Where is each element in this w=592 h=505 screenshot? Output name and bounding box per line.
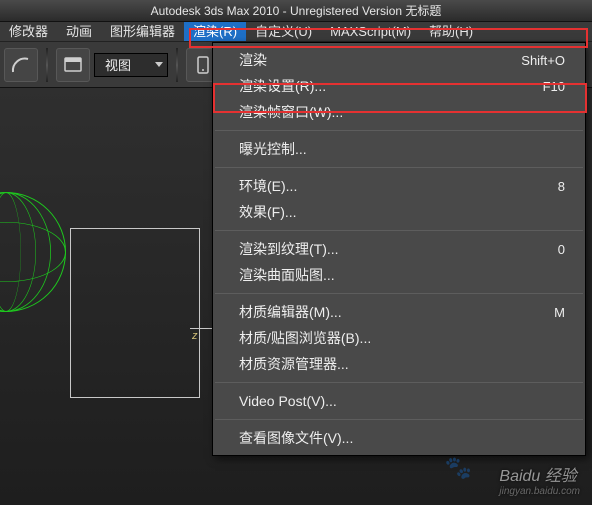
menu-item-render-surface-map[interactable]: 渲染曲面贴图...	[213, 262, 585, 288]
menu-item-render-to-texture[interactable]: 渲染到纹理(T)... 0	[213, 236, 585, 262]
menu-item-video-post[interactable]: Video Post(V)...	[213, 388, 585, 414]
menu-item-exposure-control[interactable]: 曝光控制...	[213, 136, 585, 162]
menu-item-render[interactable]: 渲染 Shift+O	[213, 47, 585, 73]
menu-render[interactable]: 渲染(R)	[184, 22, 246, 41]
toolbar-separator	[46, 48, 48, 82]
view-dropdown[interactable]: 视图	[94, 53, 168, 77]
render-menu: 渲染 Shift+O 渲染设置(R)... F10 渲染帧窗口(W)... 曝光控制...…	[212, 42, 586, 456]
menu-help[interactable]: 帮助(H)	[420, 22, 482, 41]
chevron-down-icon	[155, 62, 163, 67]
menu-maxscript[interactable]: MAXScript(M)	[321, 22, 420, 41]
menu-customize[interactable]: 自定义(U)	[246, 22, 321, 41]
menu-separator	[215, 382, 583, 383]
menu-item-material-map-browser[interactable]: 材质/贴图浏览器(B)...	[213, 325, 585, 351]
menu-modifier[interactable]: 修改器	[0, 22, 57, 41]
menu-graph-editor[interactable]: 图形编辑器	[101, 22, 184, 41]
menu-separator	[215, 130, 583, 131]
view-dropdown-label: 视图	[105, 55, 131, 74]
menu-item-label: 渲染帧窗口(W)...	[239, 102, 343, 122]
menu-item-render-settings[interactable]: 渲染设置(R)... F10	[213, 73, 585, 99]
menu-item-hotkey: Shift+O	[521, 53, 565, 68]
menu-item-label: 渲染到纹理(T)...	[239, 239, 339, 259]
app-title: Autodesk 3ds Max 2010 - Unregistered Ver…	[151, 4, 442, 18]
menu-item-hotkey: M	[554, 305, 565, 320]
toolbar-separator	[176, 48, 178, 82]
menu-item-material-resource-manager[interactable]: 材质资源管理器...	[213, 351, 585, 377]
menu-bar: 修改器 动画 图形编辑器 渲染(R) 自定义(U) MAXScript(M) 帮…	[0, 22, 592, 42]
menu-separator	[215, 419, 583, 420]
menu-item-label: 渲染设置(R)...	[239, 76, 326, 96]
menu-separator	[215, 293, 583, 294]
menu-item-label: 曝光控制...	[239, 139, 307, 159]
menu-item-environment[interactable]: 环境(E)... 8	[213, 173, 585, 199]
watermark-sub: jingyan.baidu.com	[499, 486, 580, 497]
menu-item-label: 材质资源管理器...	[239, 354, 349, 374]
tool-window-icon[interactable]	[56, 48, 90, 82]
menu-item-label: 查看图像文件(V)...	[239, 428, 353, 448]
menu-item-label: 渲染曲面贴图...	[239, 265, 335, 285]
menu-animation[interactable]: 动画	[57, 22, 101, 41]
menu-item-label: 效果(F)...	[239, 202, 297, 222]
menu-item-label: 材质编辑器(M)...	[239, 302, 342, 322]
menu-item-hotkey: F10	[543, 79, 565, 94]
menu-item-render-frame-window[interactable]: 渲染帧窗口(W)...	[213, 99, 585, 125]
paw-icon: 🐾	[445, 455, 472, 481]
menu-item-label: Video Post(V)...	[239, 393, 337, 409]
menu-item-label: 材质/贴图浏览器(B)...	[239, 328, 371, 348]
menu-item-material-editor[interactable]: 材质编辑器(M)... M	[213, 299, 585, 325]
menu-item-view-image-file[interactable]: 查看图像文件(V)...	[213, 425, 585, 451]
tool-arc-icon[interactable]	[4, 48, 38, 82]
menu-item-hotkey: 8	[558, 179, 565, 194]
menu-item-label: 环境(E)...	[239, 176, 297, 196]
axis-z-label: z	[192, 330, 198, 342]
menu-item-hotkey: 0	[558, 242, 565, 257]
menu-item-effects[interactable]: 效果(F)...	[213, 199, 585, 225]
title-bar: Autodesk 3ds Max 2010 - Unregistered Ver…	[0, 0, 592, 22]
selection-rect	[70, 228, 200, 398]
watermark-main: Baidu 经验	[499, 468, 576, 485]
wireframe-sphere	[0, 192, 66, 312]
menu-item-label: 渲染	[239, 50, 267, 70]
menu-separator	[215, 230, 583, 231]
menu-separator	[215, 167, 583, 168]
watermark: Baidu 经验 jingyan.baidu.com	[499, 462, 580, 497]
